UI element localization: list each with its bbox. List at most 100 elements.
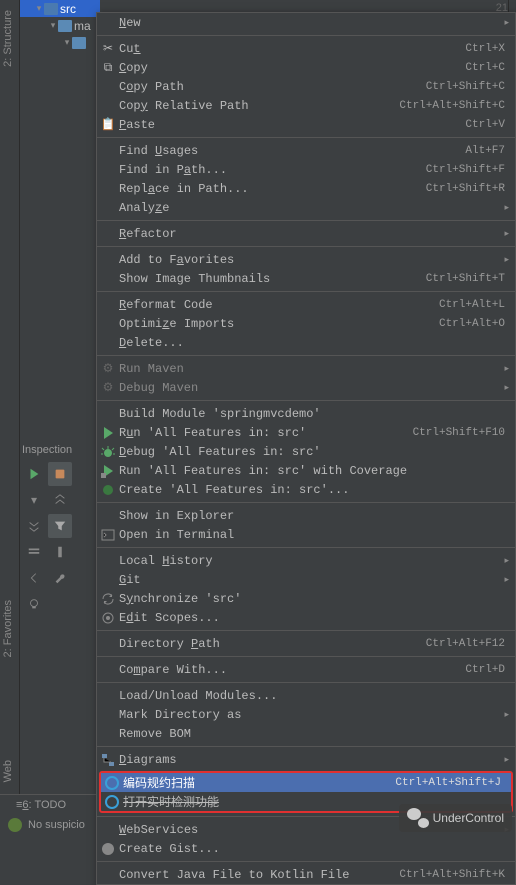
folder-icon <box>58 20 72 32</box>
collapse-all-icon[interactable] <box>22 514 46 538</box>
menu-run-with-coverage[interactable]: Run 'All Features in: src' with Coverage <box>97 461 515 480</box>
bug-icon <box>100 444 116 460</box>
inspection-toolbar: ▾ <box>20 460 96 618</box>
copy-icon: ⧉ <box>100 60 116 76</box>
menu-remove-bom[interactable]: Remove BOM <box>97 724 515 743</box>
menu-show-in-explorer[interactable]: Show in Explorer <box>97 506 515 525</box>
chevron-right-icon: ▸ <box>504 575 509 585</box>
chevron-down-icon[interactable]: ▾ <box>22 488 46 512</box>
tree-label: src <box>60 2 76 16</box>
project-tree[interactable]: ▾ src ▾ ma ▾ <box>20 0 100 440</box>
menu-new[interactable]: New▸ <box>97 13 515 32</box>
menu-copy[interactable]: ⧉CopyCtrl+C <box>97 58 515 77</box>
menu-reformat-code[interactable]: Reformat CodeCtrl+Alt+L <box>97 295 515 314</box>
separator <box>97 246 515 247</box>
separator <box>97 220 515 221</box>
tree-label: ma <box>74 19 91 33</box>
menu-delete[interactable]: Delete... <box>97 333 515 352</box>
chevron-right-icon: ▸ <box>504 556 509 566</box>
cut-icon: ✂ <box>100 41 116 57</box>
cucumber-icon <box>100 482 116 498</box>
menu-optimize-imports[interactable]: Optimize ImportsCtrl+Alt+O <box>97 314 515 333</box>
separator <box>97 35 515 36</box>
tree-node[interactable]: ▾ ma <box>20 17 100 34</box>
folder-icon <box>44 3 58 15</box>
menu-directory-path[interactable]: Directory PathCtrl+Alt+F12 <box>97 634 515 653</box>
menu-cut[interactable]: ✂CutCtrl+X <box>97 39 515 58</box>
menu-git[interactable]: Git▸ <box>97 570 515 589</box>
sync-icon <box>100 591 116 607</box>
separator <box>97 137 515 138</box>
menu-coding-scan[interactable]: 编码规约扫描Ctrl+Alt+Shift+J <box>101 773 511 792</box>
chevron-right-icon: ▸ <box>504 755 509 765</box>
menu-synchronize[interactable]: Synchronize 'src' <box>97 589 515 608</box>
separator <box>97 547 515 548</box>
menu-refactor[interactable]: Refactor▸ <box>97 224 515 243</box>
menu-replace-in-path[interactable]: Replace in Path...Ctrl+Shift+R <box>97 179 515 198</box>
menu-open-in-terminal[interactable]: Open in Terminal <box>97 525 515 544</box>
status-text: No suspicio <box>28 819 85 831</box>
status-ok-icon <box>8 818 22 832</box>
menu-convert-kotlin[interactable]: Convert Java File to Kotlin FileCtrl+Alt… <box>97 865 515 884</box>
alibaba-icon <box>104 775 120 791</box>
menu-edit-scopes[interactable]: Edit Scopes... <box>97 608 515 627</box>
chevron-right-icon: ▸ <box>504 203 509 213</box>
menu-show-image-thumbnails[interactable]: Show Image ThumbnailsCtrl+Shift+T <box>97 269 515 288</box>
left-tool-rail: 2: Structure 2: Favorites Web <box>0 0 20 836</box>
separator <box>97 656 515 657</box>
inspection-panel: Inspection ▾ <box>20 440 96 790</box>
chevron-right-icon: ▸ <box>504 229 509 239</box>
stack-icon[interactable] <box>48 462 72 486</box>
menu-run-maven[interactable]: ⚙Run Maven▸ <box>97 359 515 378</box>
menu-local-history[interactable]: Local History▸ <box>97 551 515 570</box>
menu-compare-with[interactable]: Compare With...Ctrl+D <box>97 660 515 679</box>
chevron-right-icon: ▸ <box>504 383 509 393</box>
menu-build-module[interactable]: Build Module 'springmvcdemo' <box>97 404 515 423</box>
menu-copy-path[interactable]: Copy PathCtrl+Shift+C <box>97 77 515 96</box>
diagram-icon <box>100 752 116 768</box>
fix-icon[interactable] <box>48 540 72 564</box>
chevron-right-icon: ▸ <box>504 710 509 720</box>
expand-all-icon[interactable] <box>48 488 72 512</box>
menu-mark-directory-as[interactable]: Mark Directory as▸ <box>97 705 515 724</box>
separator <box>97 400 515 401</box>
menu-find-in-path[interactable]: Find in Path...Ctrl+Shift+F <box>97 160 515 179</box>
menu-load-unload-modules[interactable]: Load/Unload Modules... <box>97 686 515 705</box>
chevron-right-icon: ▸ <box>504 255 509 265</box>
tab-web[interactable]: Web <box>2 760 14 782</box>
maven-icon: ⚙ <box>100 380 116 396</box>
chevron-right-icon: ▸ <box>504 364 509 374</box>
menu-debug-all-features[interactable]: Debug 'All Features in: src' <box>97 442 515 461</box>
menu-find-usages[interactable]: Find UsagesAlt+F7 <box>97 141 515 160</box>
tree-node-src[interactable]: ▾ src <box>20 0 100 17</box>
terminal-icon <box>100 527 116 543</box>
lightbulb-icon[interactable] <box>22 592 46 616</box>
bar-icon[interactable] <box>22 540 46 564</box>
play-icon <box>100 425 116 441</box>
maven-icon: ⚙ <box>100 361 116 377</box>
tab-favorites[interactable]: 2: Favorites <box>2 600 14 657</box>
wrench-icon[interactable] <box>48 566 72 590</box>
menu-debug-maven[interactable]: ⚙Debug Maven▸ <box>97 378 515 397</box>
tree-node[interactable]: ▾ <box>20 34 100 51</box>
coverage-icon <box>100 463 116 479</box>
menu-add-to-favorites[interactable]: Add to Favorites▸ <box>97 250 515 269</box>
chevron-down-icon: ▾ <box>48 20 58 31</box>
filter-icon[interactable] <box>48 514 72 538</box>
nav-left-icon[interactable] <box>22 566 46 590</box>
menu-run-all-features[interactable]: Run 'All Features in: src'Ctrl+Shift+F10 <box>97 423 515 442</box>
menu-diagrams[interactable]: Diagrams▸ <box>97 750 515 769</box>
menu-analyze[interactable]: Analyze▸ <box>97 198 515 217</box>
separator <box>97 355 515 356</box>
play-icon[interactable] <box>22 462 46 486</box>
menu-create-run-config[interactable]: Create 'All Features in: src'... <box>97 480 515 499</box>
menu-create-gist[interactable]: Create Gist... <box>97 839 515 858</box>
chevron-right-icon: ▸ <box>504 18 509 28</box>
separator <box>97 682 515 683</box>
menu-paste[interactable]: 📋PasteCtrl+V <box>97 115 515 134</box>
separator <box>97 502 515 503</box>
alibaba-icon <box>104 794 120 810</box>
tab-structure[interactable]: 2: Structure <box>2 10 14 67</box>
menu-copy-relative-path[interactable]: Copy Relative PathCtrl+Alt+Shift+C <box>97 96 515 115</box>
chevron-down-icon: ▾ <box>34 3 44 14</box>
